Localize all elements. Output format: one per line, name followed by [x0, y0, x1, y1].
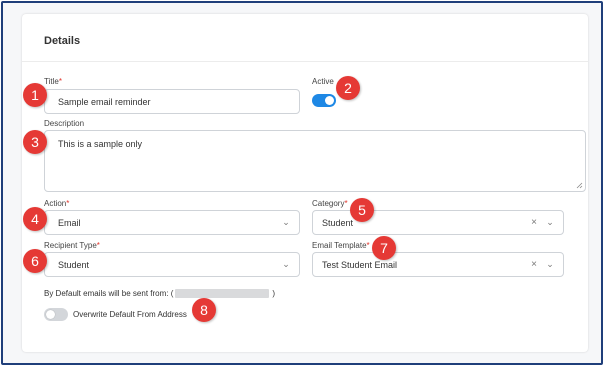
- email-template-label: Email Template*: [312, 241, 370, 250]
- required-mark: *: [66, 199, 70, 208]
- marker-6: 6: [23, 249, 47, 273]
- recipient-type-label: Recipient Type*: [44, 241, 100, 250]
- resize-handle-icon[interactable]: [576, 182, 583, 189]
- chevron-down-icon: ⌄: [546, 259, 554, 269]
- email-template-value: Test Student Email: [322, 259, 398, 270]
- divider: [22, 61, 588, 62]
- recipient-type-value: Student: [58, 259, 90, 270]
- description-label: Description: [44, 119, 85, 128]
- category-label-text: Category: [312, 199, 345, 208]
- toggle-knob: [325, 96, 334, 105]
- category-value: Student: [322, 217, 354, 228]
- overwrite-toggle[interactable]: [44, 308, 68, 321]
- from-prefix: By Default emails will be sent from: (: [44, 289, 174, 298]
- marker-1: 1: [23, 83, 47, 107]
- required-mark: *: [344, 199, 348, 208]
- section-title: Details: [44, 35, 81, 47]
- overwrite-label: Overwrite Default From Address: [73, 310, 187, 319]
- marker-4: 4: [23, 207, 47, 231]
- marker-7: 7: [372, 236, 396, 260]
- marker-8: 8: [192, 298, 216, 322]
- clear-icon[interactable]: ×: [527, 259, 541, 270]
- chevron-down-icon: ⌄: [546, 217, 554, 227]
- chevron-down-icon: ⌄: [282, 217, 290, 227]
- required-mark: *: [96, 241, 100, 250]
- default-from-text: By Default emails will be sent from: ( ): [44, 289, 275, 298]
- email-template-select[interactable]: Test Student Email × ⌄: [312, 252, 564, 277]
- details-card: Details Title* Sample email reminder Act…: [22, 14, 588, 352]
- title-input[interactable]: Sample email reminder: [44, 89, 300, 114]
- from-suffix: ): [272, 289, 276, 298]
- title-label-text: Title: [44, 77, 59, 86]
- action-label: Action*: [44, 199, 69, 208]
- title-input-value: Sample email reminder: [58, 96, 151, 107]
- marker-5: 5: [350, 198, 374, 222]
- email-template-label-text: Email Template: [312, 241, 367, 250]
- toggle-knob: [46, 310, 55, 319]
- action-value: Email: [58, 217, 81, 228]
- description-textarea[interactable]: This is a sample only: [44, 130, 586, 192]
- action-select[interactable]: Email ⌄: [44, 210, 300, 235]
- required-mark: *: [58, 77, 62, 86]
- required-mark: *: [366, 241, 370, 250]
- marker-3: 3: [23, 130, 47, 154]
- title-label: Title*: [44, 77, 62, 86]
- chevron-down-icon: ⌄: [282, 259, 290, 269]
- description-value: This is a sample only: [58, 139, 143, 149]
- marker-2: 2: [336, 76, 360, 100]
- active-label: Active: [312, 77, 334, 86]
- active-toggle[interactable]: [312, 94, 336, 107]
- redacted-email: [175, 289, 270, 298]
- category-label: Category*: [312, 199, 348, 208]
- clear-icon[interactable]: ×: [527, 217, 541, 228]
- recipient-type-label-text: Recipient Type: [44, 241, 97, 250]
- action-label-text: Action: [44, 199, 67, 208]
- recipient-type-select[interactable]: Student ⌄: [44, 252, 300, 277]
